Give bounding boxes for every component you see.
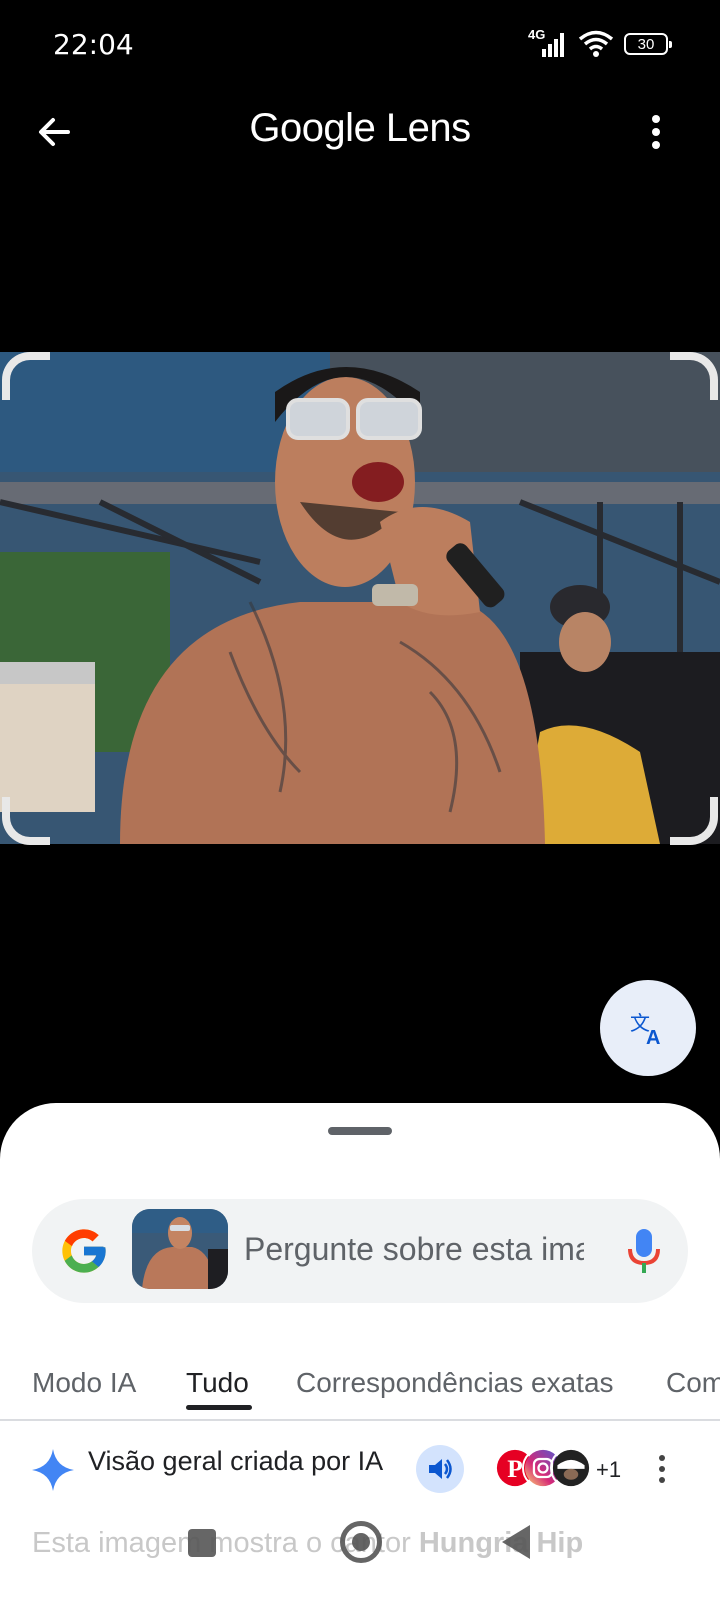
active-tab-indicator [186, 1405, 252, 1410]
mic-icon[interactable] [624, 1227, 664, 1275]
wifi-icon [578, 30, 614, 57]
sources-more-count: +1 [596, 1457, 622, 1482]
svg-text:P: P [507, 1455, 522, 1483]
svg-text:A: A [646, 1027, 660, 1048]
status-bar: 22:04 4G 30 [0, 0, 720, 90]
profile-icon [550, 1447, 592, 1489]
translate-button[interactable]: 文 A [600, 980, 696, 1076]
listen-button[interactable] [416, 1445, 464, 1493]
tab-compras[interactable]: Compras [666, 1367, 720, 1399]
analyzed-image[interactable] [0, 352, 720, 844]
search-image-thumbnail[interactable] [132, 1209, 228, 1289]
translate-icon: 文 A [630, 1011, 660, 1048]
more-options-button[interactable] [632, 108, 680, 156]
ai-overview-header: Visão geral criada por IA P +1 [0, 1421, 720, 1521]
tab-correspondencias-exatas[interactable]: Correspondências exatas [296, 1367, 614, 1399]
search-bar[interactable]: Pergunte sobre esta imagem [32, 1199, 688, 1303]
ai-overview-more-button[interactable] [650, 1447, 674, 1491]
sheet-drag-handle[interactable] [328, 1127, 392, 1135]
status-time: 22:04 [53, 28, 134, 61]
system-nav-bar [0, 1515, 720, 1585]
tab-modo-ia[interactable]: Modo IA [32, 1367, 136, 1399]
source-icons[interactable]: P +1 [494, 1447, 621, 1491]
ai-overview-title: Visão geral criada por IA [88, 1446, 384, 1476]
gemini-spark-icon [32, 1449, 74, 1491]
back-icon[interactable] [502, 1525, 530, 1559]
search-input[interactable]: Pergunte sobre esta imagem [244, 1231, 584, 1271]
app-bar: Google Lens [0, 90, 720, 170]
app-title: Google Lens [249, 106, 471, 150]
google-g-icon [62, 1229, 106, 1273]
battery-icon: 30 [624, 33, 672, 55]
speaker-icon [429, 1459, 452, 1479]
network-type: 4G [528, 27, 546, 42]
home-icon[interactable] [340, 1521, 382, 1563]
more-vert-icon [652, 115, 660, 149]
signal-icon: 4G [528, 27, 568, 59]
results-tabs: Modo IA Tudo Correspondências exatas Com… [0, 1351, 720, 1421]
battery-level: 30 [637, 35, 655, 53]
tab-tudo[interactable]: Tudo [186, 1367, 249, 1399]
status-icons: 4G 30 [528, 27, 672, 60]
recents-icon[interactable] [188, 1529, 216, 1557]
